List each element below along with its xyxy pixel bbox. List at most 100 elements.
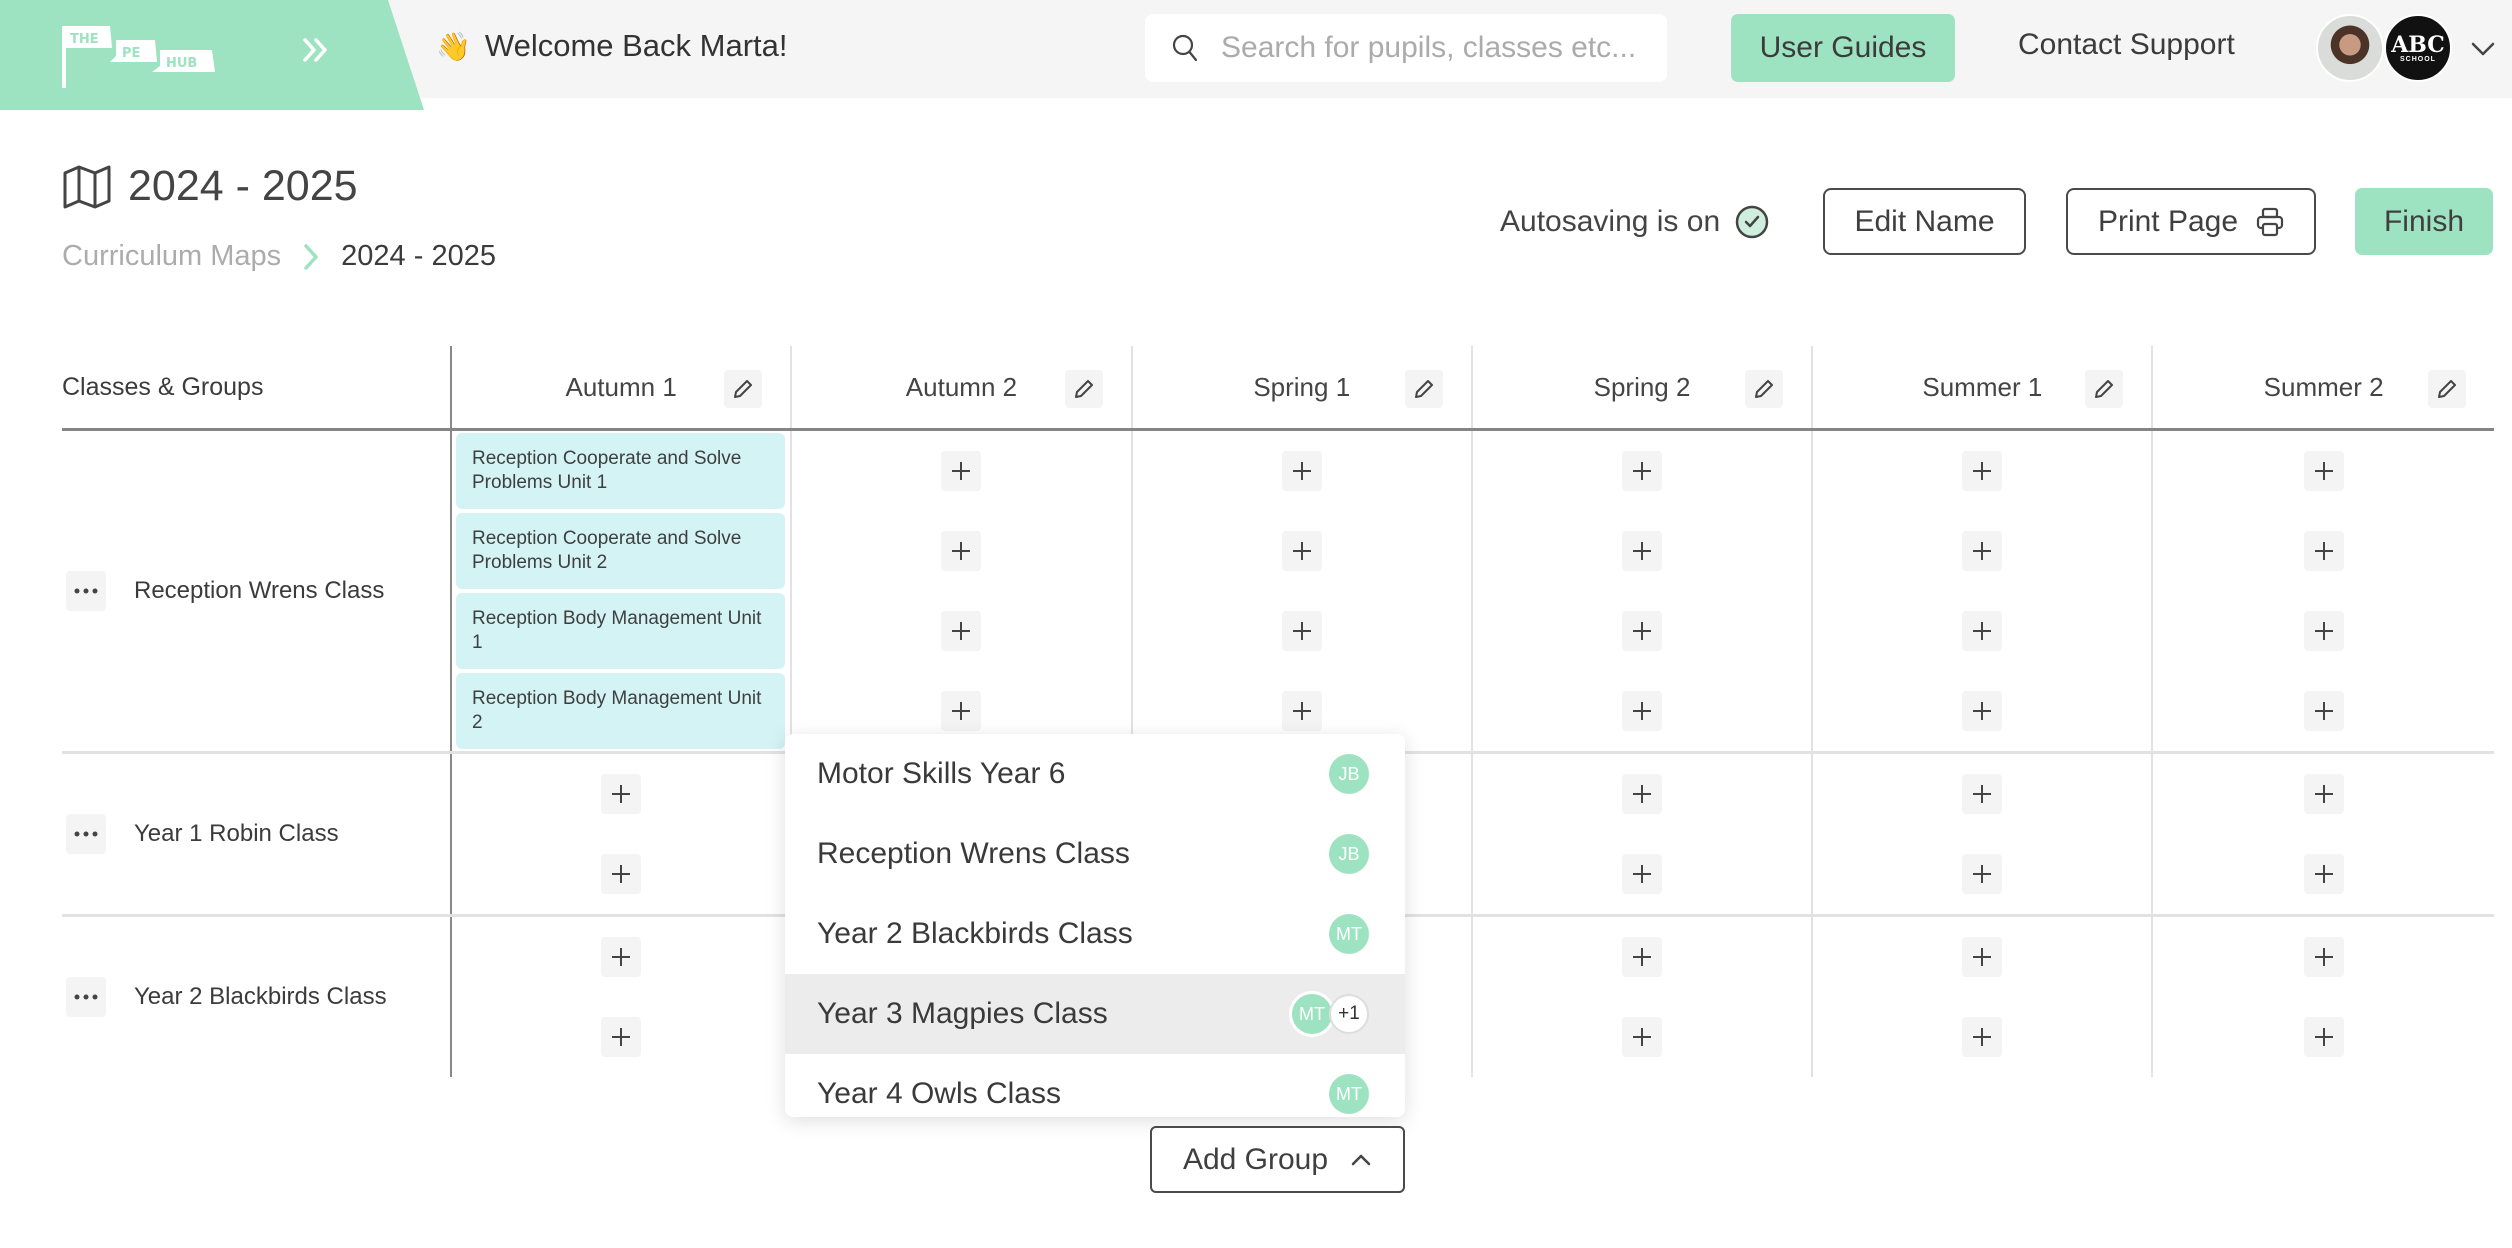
pe-hub-logo[interactable]: THE PE HUB xyxy=(60,20,230,90)
group-menu-item[interactable]: Year 4 Owls Class MT xyxy=(785,1054,1405,1117)
add-unit-button[interactable] xyxy=(941,691,982,731)
finish-button[interactable]: Finish xyxy=(2355,188,2493,255)
edit-period-button[interactable] xyxy=(1745,370,1784,408)
pencil-icon xyxy=(1414,380,1433,398)
class-cell: Year 1 Robin Class xyxy=(62,754,452,914)
add-unit-button[interactable] xyxy=(941,531,982,571)
add-unit-button[interactable] xyxy=(2303,451,2344,491)
period-header: Summer 1 xyxy=(1813,346,2154,428)
add-unit-button[interactable] xyxy=(1281,531,1322,571)
add-unit-button[interactable] xyxy=(1622,531,1663,571)
plus-icon xyxy=(612,865,631,883)
add-unit-button[interactable] xyxy=(1962,774,2003,814)
add-unit-button[interactable] xyxy=(1622,774,1663,814)
group-menu-item[interactable]: Year 3 Magpies Class MT +1 xyxy=(785,974,1405,1054)
plus-icon xyxy=(1973,462,1992,480)
row-options-button[interactable] xyxy=(66,814,106,854)
chevron-down-icon[interactable] xyxy=(2470,36,2496,62)
page-title: 2024 - 2025 xyxy=(62,162,358,211)
add-unit-button[interactable] xyxy=(2303,611,2344,651)
plus-icon xyxy=(1292,702,1311,720)
row-options-button[interactable] xyxy=(66,977,106,1017)
plus-icon xyxy=(1973,948,1992,966)
group-menu-item[interactable]: Reception Wrens Class JB xyxy=(785,814,1405,894)
plus-icon xyxy=(2314,865,2333,883)
plus-icon xyxy=(612,1028,631,1046)
pencil-icon xyxy=(1755,380,1774,398)
group-menu-item[interactable]: Year 2 Blackbirds Class MT xyxy=(785,894,1405,974)
breadcrumb-curriculum-maps[interactable]: Curriculum Maps xyxy=(62,240,281,273)
teacher-badges: MT xyxy=(1329,914,1369,954)
add-group-button[interactable]: Add Group xyxy=(1150,1126,1405,1193)
add-unit-button[interactable] xyxy=(1622,691,1663,731)
period-cell: Reception Cooperate and Solve Problems U… xyxy=(452,431,793,751)
add-unit-button[interactable] xyxy=(601,854,642,894)
group-name: Year 2 Blackbirds Class xyxy=(817,917,1133,950)
add-unit-button[interactable] xyxy=(601,774,642,814)
search-input[interactable] xyxy=(1221,31,1641,65)
add-unit-button[interactable] xyxy=(1281,611,1322,651)
add-unit-button[interactable] xyxy=(2303,691,2344,731)
edit-period-button[interactable] xyxy=(724,370,763,408)
add-unit-button[interactable] xyxy=(1622,1017,1663,1057)
plus-icon xyxy=(1633,622,1652,640)
unit-card[interactable]: Reception Body Management Unit 2 xyxy=(456,673,786,749)
add-unit-button[interactable] xyxy=(601,1017,642,1057)
add-unit-button[interactable] xyxy=(2303,531,2344,571)
add-unit-button[interactable] xyxy=(2303,1017,2344,1057)
unit-card[interactable]: Reception Cooperate and Solve Problems U… xyxy=(456,433,786,509)
teacher-initials-badge: JB xyxy=(1329,754,1369,794)
add-unit-button[interactable] xyxy=(1622,937,1663,977)
waving-hand-icon: 👋 xyxy=(436,30,471,62)
add-unit-button[interactable] xyxy=(1281,691,1322,731)
period-cell xyxy=(1133,431,1473,751)
school-avatar[interactable]: ABC SCHOOL xyxy=(2384,14,2452,82)
pencil-icon xyxy=(734,380,753,398)
period-cell xyxy=(792,431,1133,751)
user-guides-button[interactable]: User Guides xyxy=(1731,14,1955,82)
add-unit-button[interactable] xyxy=(1962,531,2003,571)
edit-period-button[interactable] xyxy=(2085,370,2124,408)
plus-icon xyxy=(952,702,971,720)
add-unit-button[interactable] xyxy=(2303,937,2344,977)
add-unit-button[interactable] xyxy=(941,611,982,651)
period-cell xyxy=(2153,754,2493,914)
period-label: Autumn 2 xyxy=(905,371,1018,402)
user-avatar[interactable] xyxy=(2316,14,2384,82)
add-unit-button[interactable] xyxy=(1962,451,2003,491)
group-name: Motor Skills Year 6 xyxy=(817,757,1066,790)
add-unit-button[interactable] xyxy=(1962,937,2003,977)
unit-card[interactable]: Reception Cooperate and Solve Problems U… xyxy=(456,513,786,589)
add-unit-button[interactable] xyxy=(1281,451,1322,491)
add-unit-button[interactable] xyxy=(2303,774,2344,814)
plus-icon xyxy=(1633,542,1652,560)
plus-icon xyxy=(952,622,971,640)
add-unit-button[interactable] xyxy=(941,451,982,491)
group-menu-item[interactable]: Motor Skills Year 6 JB xyxy=(785,734,1405,814)
add-unit-button[interactable] xyxy=(1962,611,2003,651)
print-page-button[interactable]: Print Page xyxy=(2066,188,2316,255)
add-unit-button[interactable] xyxy=(1962,1017,2003,1057)
unit-card[interactable]: Reception Body Management Unit 1 xyxy=(456,593,786,669)
pencil-icon xyxy=(1074,380,1093,398)
add-unit-button[interactable] xyxy=(1962,854,2003,894)
period-cell xyxy=(1813,431,2154,751)
add-group-menu: Motor Skills Year 6 JB Reception Wrens Cla… xyxy=(785,734,1405,1117)
contact-support-link[interactable]: Contact Support xyxy=(2018,28,2235,62)
edit-period-button[interactable] xyxy=(1404,370,1443,408)
add-unit-button[interactable] xyxy=(1962,691,2003,731)
class-name: Reception Wrens Class xyxy=(134,577,385,604)
expand-sidebar-button[interactable] xyxy=(296,30,336,70)
edit-period-button[interactable] xyxy=(2427,370,2466,408)
add-unit-button[interactable] xyxy=(1622,611,1663,651)
edit-name-button[interactable]: Edit Name xyxy=(1823,188,2026,255)
plus-icon xyxy=(952,462,971,480)
edit-period-button[interactable] xyxy=(1064,370,1103,408)
add-unit-button[interactable] xyxy=(601,937,642,977)
add-unit-button[interactable] xyxy=(1622,854,1663,894)
search-box[interactable] xyxy=(1145,14,1667,82)
row-options-button[interactable] xyxy=(66,571,106,611)
class-cell: Year 2 Blackbirds Class xyxy=(62,917,452,1077)
add-unit-button[interactable] xyxy=(2303,854,2344,894)
add-unit-button[interactable] xyxy=(1622,451,1663,491)
